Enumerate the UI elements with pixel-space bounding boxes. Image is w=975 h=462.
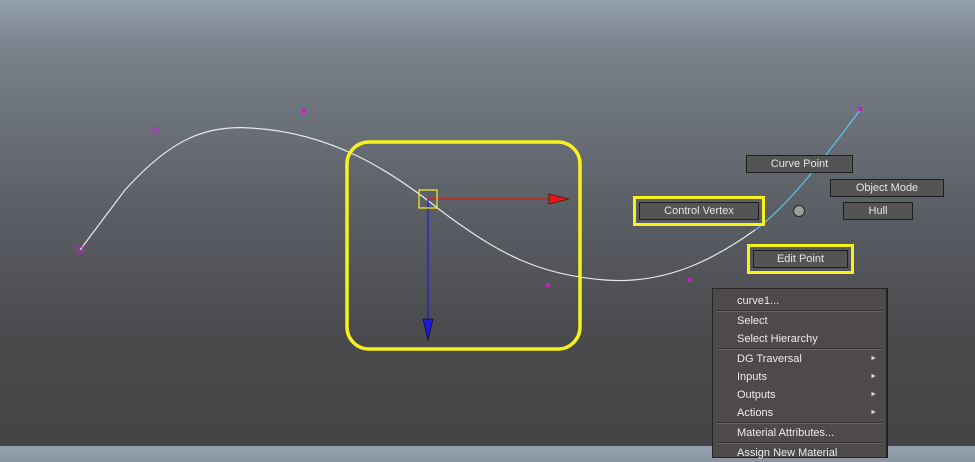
manipulator-x-arrowhead[interactable]: [548, 193, 570, 205]
edit-point-button[interactable]: Edit Point: [747, 244, 854, 274]
control-vertex[interactable]: [858, 107, 862, 111]
context-menu-title-label: curve1...: [737, 295, 780, 307]
menu-item-label: Actions: [737, 407, 774, 419]
marking-menu-center-icon: [793, 205, 805, 217]
menu-item-actions[interactable]: Actions ►: [713, 404, 886, 422]
menu-item-select-hierarchy[interactable]: Select Hierarchy: [713, 330, 886, 348]
menu-item-assign-new-material[interactable]: Assign New Material: [713, 444, 886, 462]
menu-item-inputs[interactable]: Inputs ►: [713, 368, 886, 386]
control-vertex[interactable]: [152, 127, 159, 134]
context-menu: curve1... Select Select Hierarchy DG Tra…: [712, 288, 888, 459]
menu-item-label: Assign New Material: [737, 447, 838, 459]
control-vertex[interactable]: [546, 283, 550, 287]
menu-item-label: DG Traversal: [737, 353, 802, 365]
move-manipulator-icon[interactable]: [418, 189, 570, 341]
menu-item-label: Outputs: [737, 389, 776, 401]
hull-button[interactable]: Hull: [843, 202, 913, 220]
triangle-right-icon: ►: [870, 373, 877, 380]
manipulator-highlight: [345, 140, 582, 351]
triangle-right-icon: ►: [870, 391, 877, 398]
menu-item-label: Select: [737, 315, 768, 327]
menu-item-label: Inputs: [737, 371, 767, 383]
control-vertex[interactable]: [688, 278, 692, 282]
triangle-right-icon: ►: [870, 409, 877, 416]
object-mode-button[interactable]: Object Mode: [830, 179, 944, 197]
menu-item-outputs[interactable]: Outputs ►: [713, 386, 886, 404]
menu-item-select[interactable]: Select: [713, 312, 886, 330]
context-menu-title[interactable]: curve1...: [713, 292, 886, 310]
control-vertex-button[interactable]: Control Vertex: [633, 196, 765, 226]
menu-item-material-attributes[interactable]: Material Attributes...: [713, 424, 886, 442]
curve-point-button[interactable]: Curve Point: [746, 155, 853, 173]
viewport[interactable]: Curve Point Object Mode Control Vertex H…: [0, 0, 975, 459]
triangle-right-icon: ►: [870, 355, 877, 362]
manipulator-y-arrowhead[interactable]: [422, 318, 434, 341]
control-vertex[interactable]: [302, 109, 306, 113]
menu-item-dg-traversal[interactable]: DG Traversal ►: [713, 350, 886, 368]
menu-item-label: Material Attributes...: [737, 427, 835, 439]
menu-item-label: Select Hierarchy: [737, 333, 818, 345]
